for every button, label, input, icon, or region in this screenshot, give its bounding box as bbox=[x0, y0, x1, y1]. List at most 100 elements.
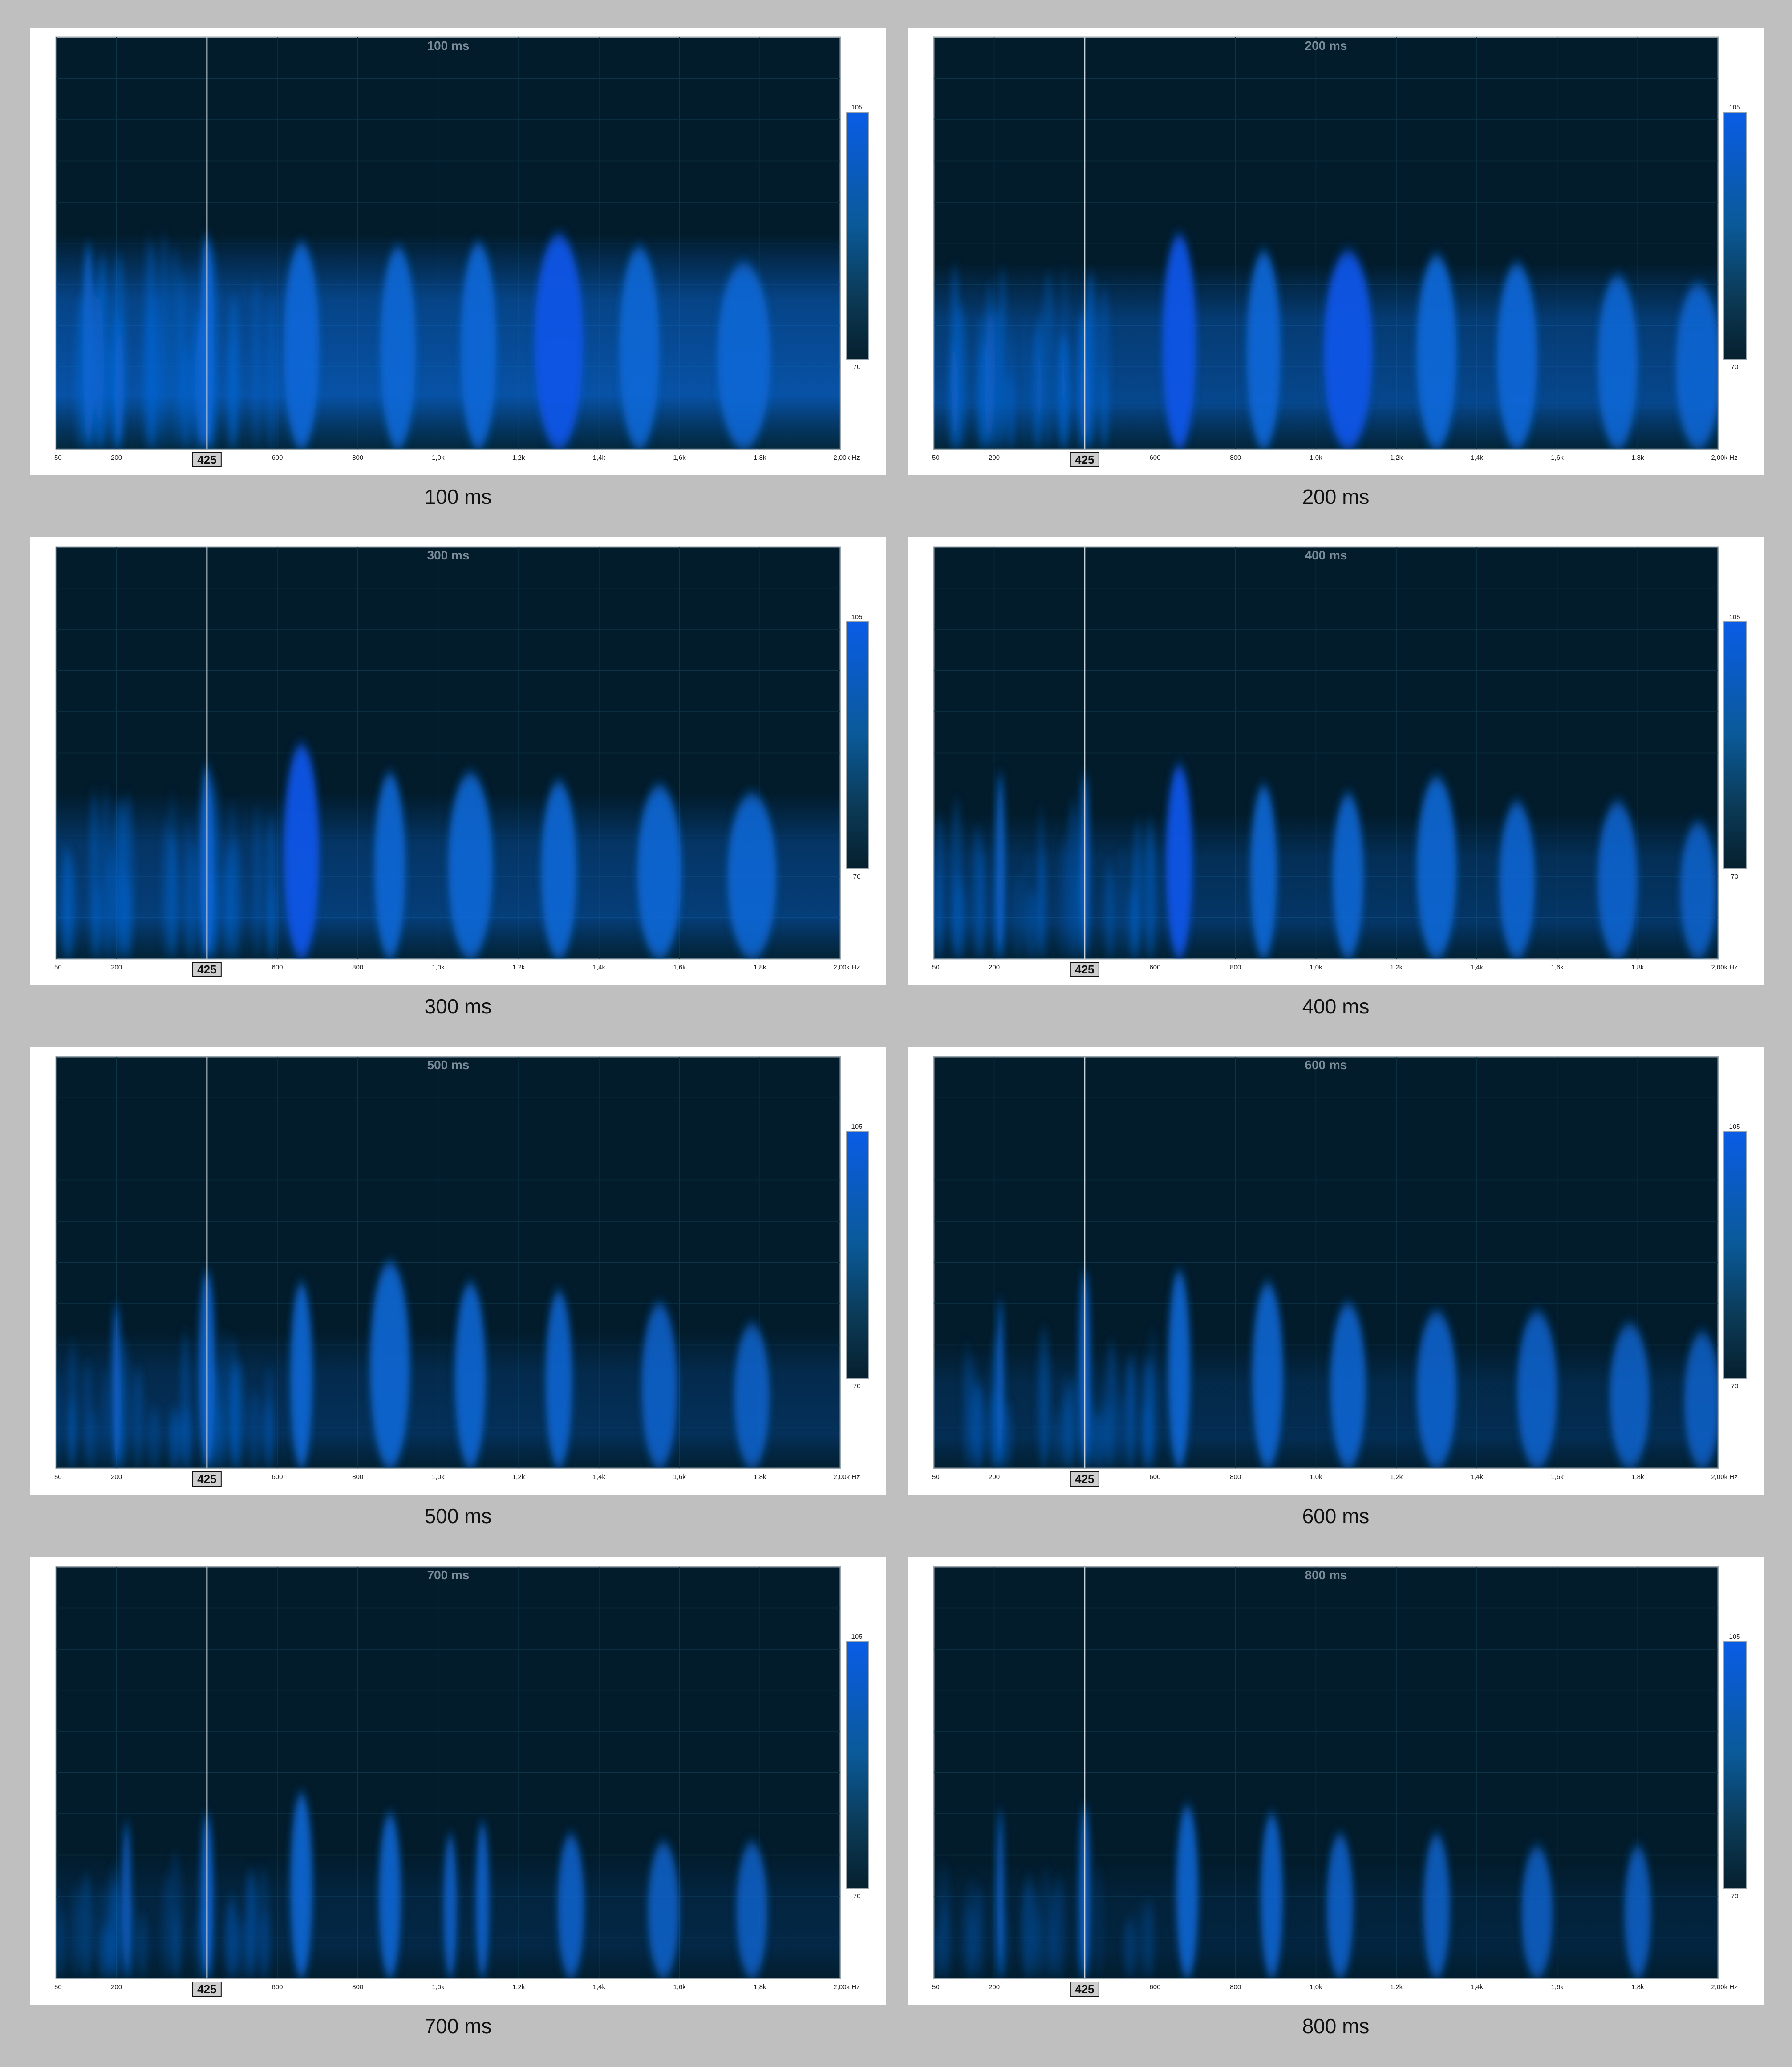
resonance-peak bbox=[284, 745, 320, 959]
cursor-marker-label: 425 bbox=[197, 1982, 216, 1996]
spectrogram-chart: 400 ms 50 200 600 800 1,0k 1,2k 1,4k 1,6k 1,8k 2,0… bbox=[932, 546, 1747, 977]
color-scale-min-label: 70 bbox=[1731, 363, 1739, 371]
color-scale-max-label: 105 bbox=[1729, 1633, 1740, 1641]
x-tick-label: 1,6k bbox=[673, 964, 686, 971]
energy-striation bbox=[265, 298, 278, 449]
x-tick-label: 1,6k bbox=[673, 1983, 686, 1991]
resonance-peak bbox=[1162, 235, 1196, 449]
resonance-peak bbox=[1521, 1847, 1553, 1978]
energy-striation bbox=[228, 1337, 238, 1468]
resonance-peak bbox=[997, 1299, 1004, 1468]
resonance-peak bbox=[1261, 1814, 1283, 1978]
energy-striation bbox=[228, 296, 239, 449]
resonance-peak bbox=[1610, 1324, 1650, 1468]
energy-striation bbox=[978, 849, 985, 959]
resonance-peak bbox=[454, 1283, 486, 1468]
energy-striation bbox=[245, 1870, 255, 1978]
energy-striation bbox=[121, 875, 132, 959]
energy-striation bbox=[64, 853, 76, 959]
energy-striation bbox=[1021, 1882, 1034, 1978]
energy-striation bbox=[228, 801, 236, 959]
resonance-peak bbox=[1166, 765, 1193, 959]
spectrogram-panel: 800 ms 50 200 600 800 1,0k 1,2k 1,4k 1,6k 1,8k 2,0… bbox=[908, 1557, 1764, 2005]
x-tick-label: 1,2k bbox=[1390, 454, 1403, 462]
x-tick-label: 1,8k bbox=[754, 454, 766, 462]
resonance-peak bbox=[1246, 251, 1281, 449]
x-tick-label: 600 bbox=[1149, 964, 1160, 971]
resonance-peak bbox=[1326, 1834, 1354, 1978]
x-tick-label: 1,0k bbox=[1310, 1983, 1322, 1991]
x-tick-label: 1,0k bbox=[1310, 454, 1322, 462]
resonance-peak bbox=[1624, 1847, 1651, 1978]
x-tick-label: 1,4k bbox=[593, 454, 606, 462]
spectrogram-panel: 400 ms 50 200 600 800 1,0k 1,2k 1,4k 1,6k 1,8k 2,0… bbox=[908, 537, 1764, 985]
energy-striation bbox=[117, 860, 123, 959]
cursor-marker-label: 425 bbox=[1075, 963, 1094, 976]
x-tick-label: 200 bbox=[989, 964, 1000, 971]
x-tick-label: 50 bbox=[932, 964, 940, 971]
color-scale-bar bbox=[846, 1641, 869, 1889]
spectrogram-chart: 500 ms 50 200 600 800 1,0k 1,2k 1,4k 1,6k 1,8k 2,0… bbox=[54, 1056, 869, 1487]
resonance-peak bbox=[545, 1291, 572, 1468]
energy-striation bbox=[1093, 1864, 1104, 1978]
spectrogram-chart: 800 ms 50 200 600 800 1,0k 1,2k 1,4k 1,6k 1,8k 2,0… bbox=[932, 1566, 1747, 1997]
energy-striation bbox=[1145, 832, 1157, 959]
resonance-peak bbox=[1416, 778, 1457, 959]
x-tick-label: 1,8k bbox=[1631, 964, 1644, 971]
resonance-peak bbox=[290, 1283, 313, 1468]
x-tick-label: 800 bbox=[1230, 454, 1241, 462]
chart-title: 600 ms bbox=[1305, 1058, 1347, 1072]
x-tick-label: 1,4k bbox=[593, 964, 606, 971]
x-tick-label: 1,8k bbox=[754, 1983, 766, 1991]
cursor-marker-label: 425 bbox=[197, 453, 216, 466]
x-tick-label: 1,2k bbox=[512, 454, 525, 462]
spectrogram-chart: 100 ms 50 200 600 800 1,0k 1,2k 1,4k 1,6k 1,8k 2,0… bbox=[54, 36, 869, 467]
energy-striation bbox=[180, 1330, 190, 1468]
x-tick-label: 2,00k Hz bbox=[1711, 964, 1737, 971]
resonance-peak bbox=[1323, 251, 1373, 449]
x-tick-label: 1,6k bbox=[1551, 1983, 1564, 1991]
resonance-peak bbox=[619, 247, 660, 449]
spectrogram-panel: 100 ms 50 200 600 800 1,0k 1,2k 1,4k 1,6k 1,8k 2,0… bbox=[30, 28, 886, 475]
panel-caption: 100 ms bbox=[424, 485, 492, 508]
energy-striation bbox=[56, 1376, 62, 1468]
resonance-peak bbox=[1250, 786, 1277, 959]
energy-striation bbox=[167, 1410, 181, 1468]
energy-striation bbox=[1005, 370, 1016, 449]
x-tick-label: 800 bbox=[352, 964, 363, 971]
energy-striation bbox=[79, 1875, 93, 1978]
color-scale-max-label: 105 bbox=[851, 1123, 862, 1131]
energy-striation bbox=[264, 1399, 275, 1468]
page: { "colors": { "background": "#bfbfbf", "… bbox=[0, 0, 1792, 2067]
x-tick-label: 50 bbox=[54, 964, 62, 971]
x-tick-label: 1,8k bbox=[1631, 454, 1644, 462]
energy-striation bbox=[254, 279, 259, 449]
chart-title: 400 ms bbox=[1305, 548, 1347, 562]
resonance-peak bbox=[648, 1842, 679, 1978]
x-tick-label: 2,00k Hz bbox=[1711, 1983, 1737, 1991]
resonance-peak bbox=[1597, 802, 1638, 959]
x-tick-label: 1,2k bbox=[512, 964, 525, 971]
resonance-peak bbox=[374, 773, 405, 959]
resonance-peak bbox=[641, 1304, 677, 1468]
resonance-peak bbox=[1497, 263, 1537, 449]
energy-striation bbox=[1037, 851, 1047, 959]
energy-striation bbox=[1099, 1387, 1107, 1468]
resonance-peak bbox=[83, 243, 94, 449]
x-tick-label: 1,4k bbox=[1471, 964, 1484, 971]
x-tick-label: 800 bbox=[352, 454, 363, 462]
color-scale-bar bbox=[846, 1131, 869, 1379]
resonance-peak bbox=[369, 1262, 410, 1468]
x-tick-label: 2,00k Hz bbox=[833, 1983, 860, 1991]
resonance-peak bbox=[1332, 794, 1364, 959]
energy-striation bbox=[68, 1340, 77, 1468]
x-tick-label: 50 bbox=[932, 1983, 940, 1991]
energy-striation bbox=[247, 1391, 262, 1468]
x-tick-label: 200 bbox=[111, 964, 122, 971]
energy-striation bbox=[57, 1910, 67, 1978]
color-scale-max-label: 105 bbox=[851, 1633, 862, 1641]
x-tick-label: 2,00k Hz bbox=[833, 454, 860, 462]
spectrogram-chart: 300 ms 50 200 600 800 1,0k 1,2k 1,4k 1,6k 1,8k 2,0… bbox=[54, 546, 869, 977]
energy-striation bbox=[1054, 1876, 1065, 1978]
energy-striation bbox=[938, 1905, 951, 1978]
